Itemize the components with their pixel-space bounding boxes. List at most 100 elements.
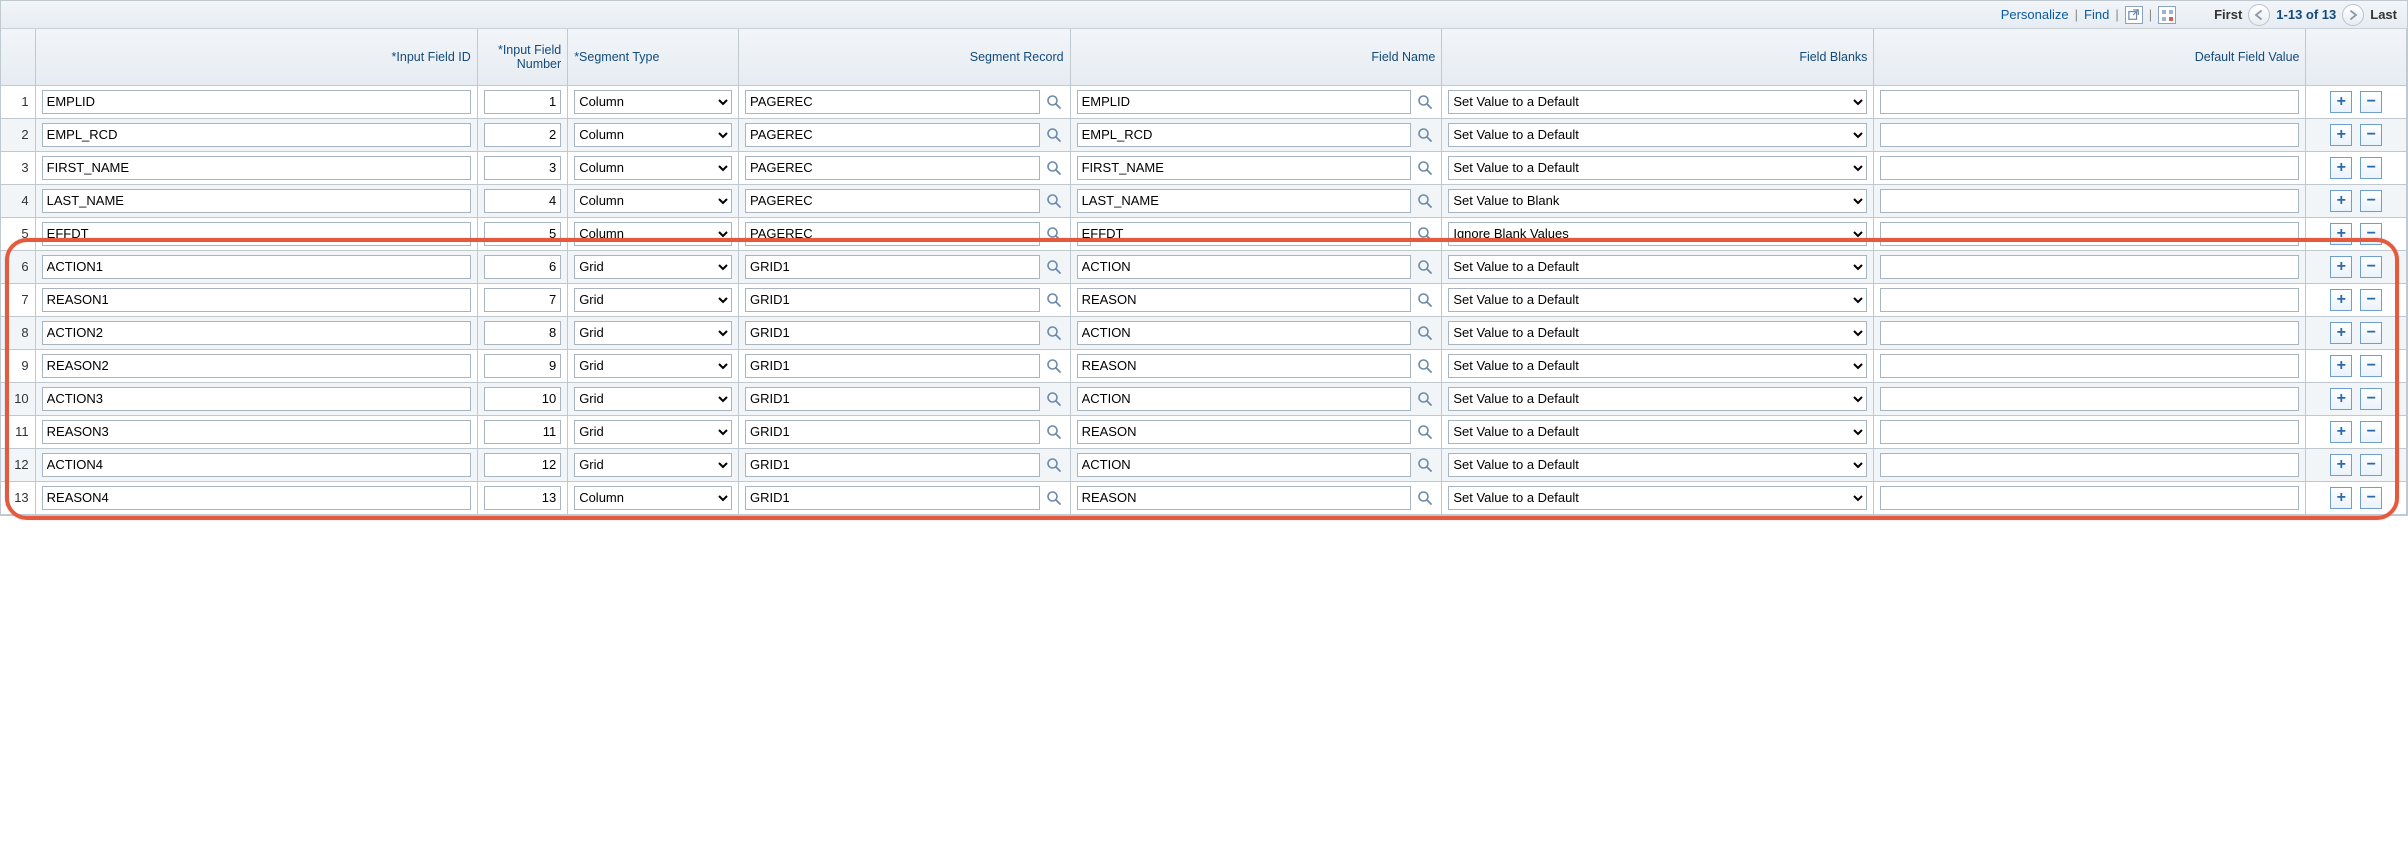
lookup-icon[interactable]: [1415, 356, 1435, 376]
input-field-id[interactable]: [42, 354, 471, 378]
add-row-button[interactable]: +: [2330, 256, 2352, 278]
field-blanks-select[interactable]: Set Value to a DefaultSet Value to Blank…: [1448, 453, 1867, 477]
default-field-value-input[interactable]: [1880, 420, 2299, 444]
field-name-input[interactable]: [1077, 123, 1412, 147]
input-field-id[interactable]: [42, 255, 471, 279]
input-field-id[interactable]: [42, 123, 471, 147]
lookup-icon[interactable]: [1415, 92, 1435, 112]
input-field-number[interactable]: [484, 453, 561, 477]
input-field-id[interactable]: [42, 453, 471, 477]
segment-type-select[interactable]: ColumnGrid: [574, 453, 732, 477]
field-name-input[interactable]: [1077, 255, 1412, 279]
lookup-icon[interactable]: [1044, 290, 1064, 310]
input-field-number[interactable]: [484, 354, 561, 378]
delete-row-button[interactable]: −: [2360, 190, 2382, 212]
input-field-number[interactable]: [484, 486, 561, 510]
delete-row-button[interactable]: −: [2360, 256, 2382, 278]
lookup-icon[interactable]: [1415, 323, 1435, 343]
delete-row-button[interactable]: −: [2360, 289, 2382, 311]
segment-record-input[interactable]: [745, 453, 1040, 477]
field-name-input[interactable]: [1077, 354, 1412, 378]
add-row-button[interactable]: +: [2330, 355, 2352, 377]
lookup-icon[interactable]: [1044, 125, 1064, 145]
lookup-icon[interactable]: [1415, 191, 1435, 211]
delete-row-button[interactable]: −: [2360, 223, 2382, 245]
col-field-name[interactable]: Field Name: [1070, 29, 1442, 85]
segment-record-input[interactable]: [745, 354, 1040, 378]
field-name-input[interactable]: [1077, 156, 1412, 180]
field-blanks-select[interactable]: Set Value to a DefaultSet Value to Blank…: [1448, 354, 1867, 378]
input-field-number[interactable]: [484, 156, 561, 180]
field-name-input[interactable]: [1077, 486, 1412, 510]
add-row-button[interactable]: +: [2330, 223, 2352, 245]
default-field-value-input[interactable]: [1880, 453, 2299, 477]
lookup-icon[interactable]: [1415, 488, 1435, 508]
field-name-input[interactable]: [1077, 288, 1412, 312]
input-field-id[interactable]: [42, 486, 471, 510]
personalize-link[interactable]: Personalize: [2001, 7, 2069, 22]
find-link[interactable]: Find: [2084, 7, 2109, 22]
col-field-blanks[interactable]: Field Blanks: [1442, 29, 1874, 85]
add-row-button[interactable]: +: [2330, 289, 2352, 311]
delete-row-button[interactable]: −: [2360, 388, 2382, 410]
segment-type-select[interactable]: ColumnGrid: [574, 486, 732, 510]
input-field-id[interactable]: [42, 222, 471, 246]
segment-record-input[interactable]: [745, 222, 1040, 246]
input-field-number[interactable]: [484, 222, 561, 246]
default-field-value-input[interactable]: [1880, 156, 2299, 180]
segment-record-input[interactable]: [745, 288, 1040, 312]
field-blanks-select[interactable]: Set Value to a DefaultSet Value to Blank…: [1448, 255, 1867, 279]
field-name-input[interactable]: [1077, 453, 1412, 477]
lookup-icon[interactable]: [1044, 323, 1064, 343]
input-field-id[interactable]: [42, 387, 471, 411]
field-blanks-select[interactable]: Set Value to a DefaultSet Value to Blank…: [1448, 321, 1867, 345]
segment-type-select[interactable]: ColumnGrid: [574, 288, 732, 312]
field-blanks-select[interactable]: Set Value to a DefaultSet Value to Blank…: [1448, 387, 1867, 411]
add-row-button[interactable]: +: [2330, 91, 2352, 113]
lookup-icon[interactable]: [1415, 125, 1435, 145]
segment-record-input[interactable]: [745, 387, 1040, 411]
field-blanks-select[interactable]: Set Value to a DefaultSet Value to Blank…: [1448, 123, 1867, 147]
default-field-value-input[interactable]: [1880, 354, 2299, 378]
lookup-icon[interactable]: [1044, 191, 1064, 211]
add-row-button[interactable]: +: [2330, 388, 2352, 410]
input-field-id[interactable]: [42, 90, 471, 114]
lookup-icon[interactable]: [1415, 224, 1435, 244]
lookup-icon[interactable]: [1044, 158, 1064, 178]
field-blanks-select[interactable]: Set Value to a DefaultSet Value to Blank…: [1448, 486, 1867, 510]
delete-row-button[interactable]: −: [2360, 454, 2382, 476]
field-blanks-select[interactable]: Set Value to a DefaultSet Value to Blank…: [1448, 222, 1867, 246]
segment-record-input[interactable]: [745, 123, 1040, 147]
nav-prev-button[interactable]: [2248, 4, 2270, 26]
add-row-button[interactable]: +: [2330, 454, 2352, 476]
segment-type-select[interactable]: ColumnGrid: [574, 123, 732, 147]
add-row-button[interactable]: +: [2330, 157, 2352, 179]
delete-row-button[interactable]: −: [2360, 124, 2382, 146]
add-row-button[interactable]: +: [2330, 421, 2352, 443]
lookup-icon[interactable]: [1044, 257, 1064, 277]
nav-next-button[interactable]: [2342, 4, 2364, 26]
default-field-value-input[interactable]: [1880, 387, 2299, 411]
segment-record-input[interactable]: [745, 189, 1040, 213]
default-field-value-input[interactable]: [1880, 90, 2299, 114]
field-blanks-select[interactable]: Set Value to a DefaultSet Value to Blank…: [1448, 420, 1867, 444]
delete-row-button[interactable]: −: [2360, 157, 2382, 179]
segment-record-input[interactable]: [745, 90, 1040, 114]
input-field-id[interactable]: [42, 189, 471, 213]
input-field-number[interactable]: [484, 189, 561, 213]
input-field-number[interactable]: [484, 123, 561, 147]
field-name-input[interactable]: [1077, 90, 1412, 114]
lookup-icon[interactable]: [1415, 158, 1435, 178]
segment-record-input[interactable]: [745, 321, 1040, 345]
add-row-button[interactable]: +: [2330, 190, 2352, 212]
field-name-input[interactable]: [1077, 420, 1412, 444]
zoom-icon[interactable]: [2125, 6, 2143, 24]
field-blanks-select[interactable]: Set Value to a DefaultSet Value to Blank…: [1448, 156, 1867, 180]
segment-type-select[interactable]: ColumnGrid: [574, 156, 732, 180]
input-field-number[interactable]: [484, 90, 561, 114]
field-name-input[interactable]: [1077, 189, 1412, 213]
segment-record-input[interactable]: [745, 255, 1040, 279]
nav-first[interactable]: First: [2214, 7, 2242, 22]
lookup-icon[interactable]: [1415, 257, 1435, 277]
input-field-number[interactable]: [484, 387, 561, 411]
